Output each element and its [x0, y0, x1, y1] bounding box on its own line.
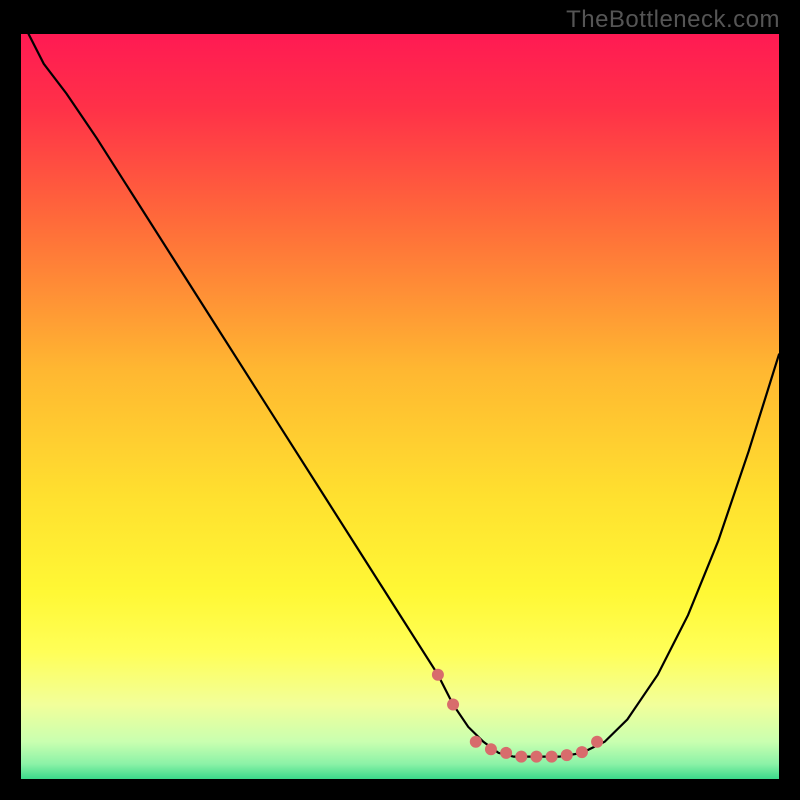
- chart-container: TheBottleneck.com: [0, 0, 800, 800]
- background-gradient: [21, 34, 779, 779]
- plot-area: [21, 34, 779, 779]
- watermark-text: TheBottleneck.com: [566, 6, 780, 34]
